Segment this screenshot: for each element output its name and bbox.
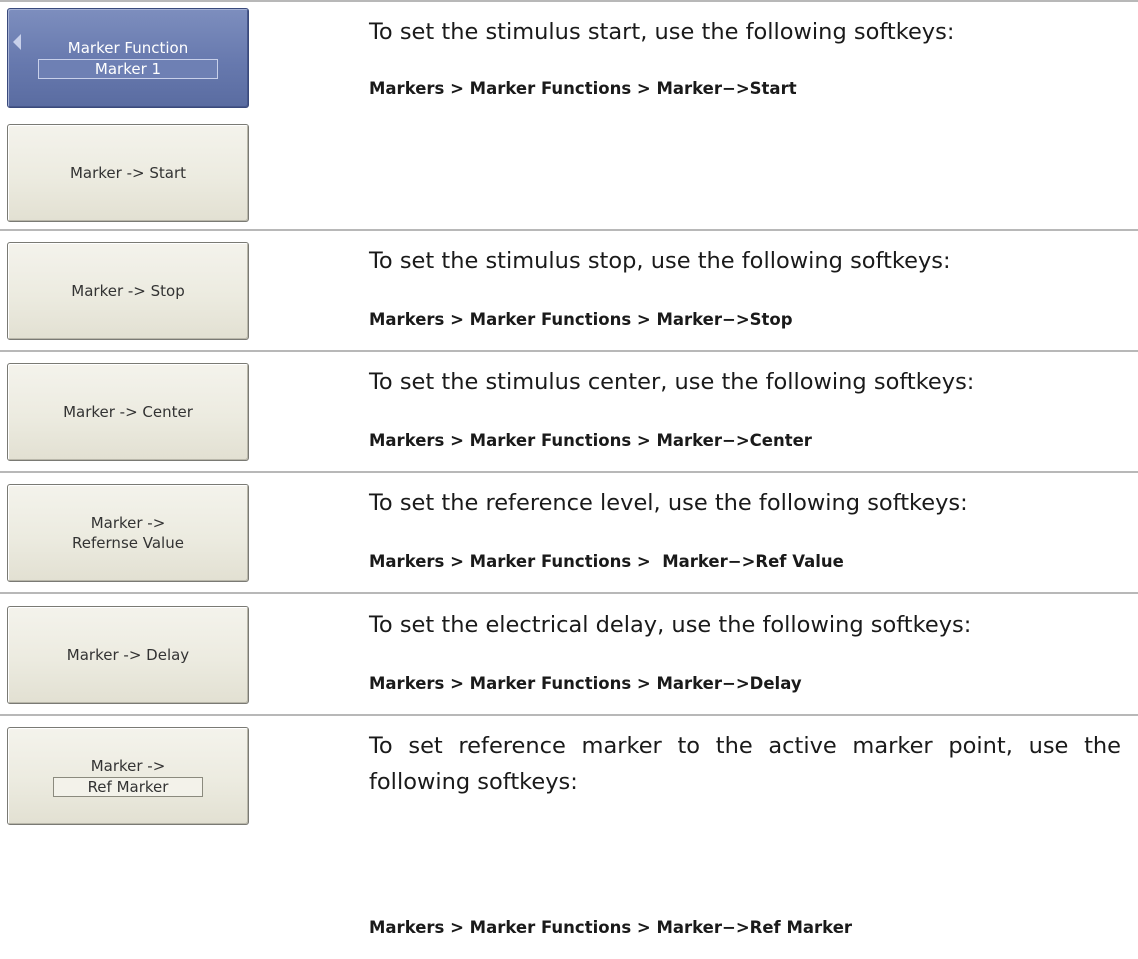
softkey-label: Marker Function [67, 38, 189, 57]
marker-to-center-softkey[interactable]: Marker -> Center [7, 363, 249, 461]
marker-to-stop-softkey[interactable]: Marker -> Stop [7, 242, 249, 340]
softkey-path-delay: Markers > Marker Functions > Marker−>Del… [369, 674, 802, 693]
softkey-label-line1: Marker -> [90, 756, 166, 775]
softkey-label: Marker -> Delay [66, 646, 190, 664]
submenu-arrow-icon [13, 34, 21, 50]
description-ref-value: To set the reference level, use the foll… [369, 490, 968, 516]
description-start: To set the stimulus start, use the follo… [369, 19, 955, 45]
softkey-label: Marker -> Center [63, 403, 193, 421]
softkey-path-start: Markers > Marker Functions > Marker−>Sta… [369, 79, 797, 98]
softkey-label: Marker -> Stop [71, 282, 185, 300]
softkey-label: Marker -> Start [69, 164, 186, 182]
marker-to-start-softkey[interactable]: Marker -> Start [7, 124, 249, 222]
ref-marker-field[interactable]: Ref Marker [53, 776, 203, 797]
softkey-label-line2: Refernse Value [72, 534, 184, 552]
marker-to-ref-marker-softkey[interactable]: Marker -> Ref Marker [7, 727, 249, 825]
softkey-label-line1: Marker -> [90, 514, 166, 532]
softkey-path-ref-marker: Markers > Marker Functions > Marker−>Ref… [369, 918, 853, 937]
softkey-path-stop: Markers > Marker Functions > Marker−>Sto… [369, 310, 793, 329]
section-divider [0, 592, 1138, 594]
description-stop: To set the stimulus stop, use the follow… [369, 248, 951, 274]
marker-to-delay-softkey[interactable]: Marker -> Delay [7, 606, 249, 704]
marker-function-softkey[interactable]: Marker Function Marker 1 [7, 8, 249, 108]
section-divider [0, 229, 1138, 231]
description-center: To set the stimulus center, use the foll… [369, 369, 975, 395]
section-divider [0, 471, 1138, 473]
description-delay: To set the electrical delay, use the fol… [369, 612, 972, 638]
marker-select-field[interactable]: Marker 1 [38, 58, 218, 79]
softkey-path-ref-value: Markers > Marker Functions > Marker−>Ref… [369, 552, 844, 571]
marker-to-ref-value-softkey[interactable]: Marker -> Refernse Value [7, 484, 249, 582]
section-divider [0, 350, 1138, 352]
top-rule [0, 0, 1138, 2]
softkey-path-center: Markers > Marker Functions > Marker−>Cen… [369, 431, 812, 450]
description-ref-marker: To set reference marker to the active ma… [369, 733, 1121, 795]
section-divider [0, 714, 1138, 716]
